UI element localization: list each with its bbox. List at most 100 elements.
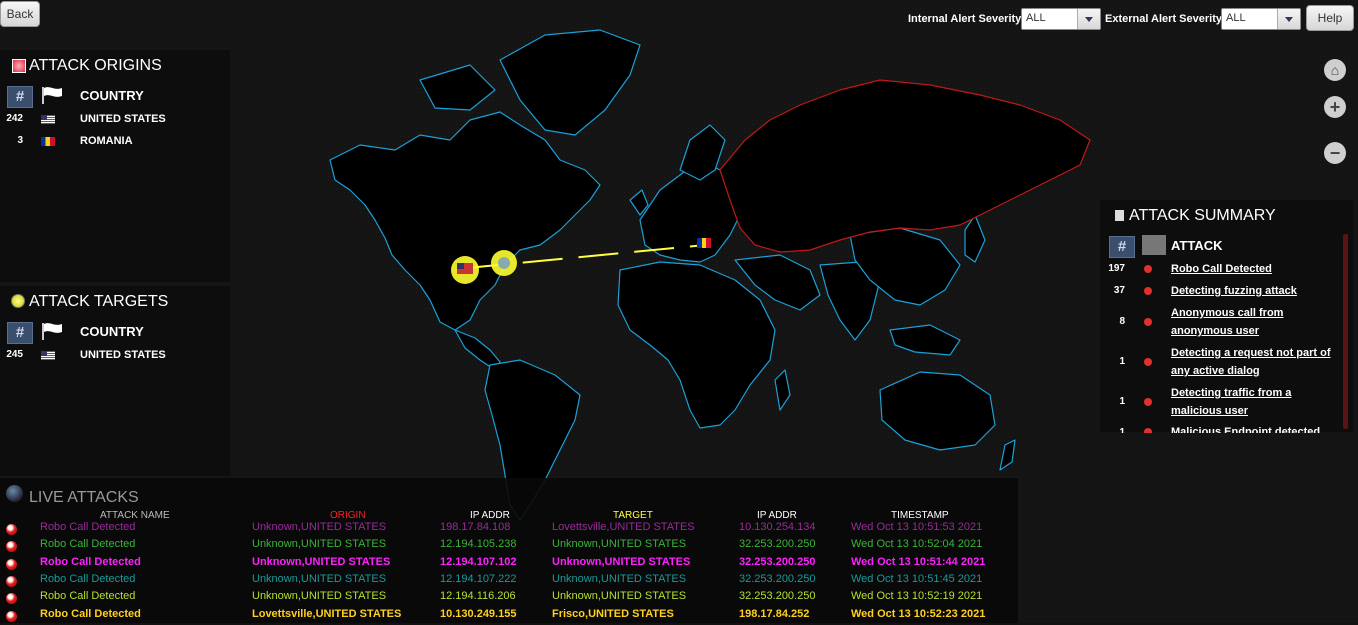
attack-origins-title: ATTACK ORIGINS: [29, 57, 162, 74]
col-header-target-ip: IP ADDR: [757, 510, 797, 521]
severity-dot-icon: [1144, 318, 1152, 326]
summary-attack-link[interactable]: Anonymous call from anonymous user: [1171, 304, 1343, 340]
live-attack-row[interactable]: Robo Call Detected Unknown,UNITED STATES 1…: [0, 538, 1018, 555]
flag-icon: [42, 323, 62, 340]
summary-count: 1: [1119, 356, 1125, 367]
severity-dot-icon: [1144, 398, 1152, 406]
targets-count-header: #: [7, 322, 33, 344]
attack-name: Robo Call Detected: [40, 590, 136, 603]
attack-summary-title: ATTACK SUMMARY: [1129, 207, 1276, 224]
romania-flag-icon: [41, 137, 55, 146]
attack-name: Robo Call Detected: [40, 538, 136, 551]
attack-target: Unknown,UNITED STATES: [552, 572, 687, 585]
attack-timestamp: Wed Oct 13 10:51:45 2021: [851, 572, 983, 585]
external-severity-value: ALL: [1226, 12, 1246, 24]
origin-country: ROMANIA: [80, 135, 133, 147]
summary-scrollbar[interactable]: [1343, 234, 1348, 429]
us-flag-icon: [41, 115, 55, 124]
origins-legend-icon: [12, 59, 26, 73]
summary-attack-link[interactable]: Detecting a request not part of any acti…: [1171, 344, 1343, 380]
attack-timestamp: Wed Oct 13 10:52:19 2021: [851, 590, 983, 603]
origin-ip: 10.130.249.155: [440, 607, 517, 620]
attack-targets-title: ATTACK TARGETS: [29, 293, 169, 310]
severity-dot-icon: [1144, 287, 1152, 295]
origin-ip: 12.194.105.238: [440, 538, 517, 551]
summary-attack-link[interactable]: Malicious Endpoint detected: [1171, 425, 1342, 433]
alert-dot-icon: [6, 558, 17, 570]
attack-timestamp: Wed Oct 13 10:52:04 2021: [851, 538, 983, 551]
target-ip: 32.253.200.250: [739, 572, 816, 585]
attack-name: Robo Call Detected: [40, 572, 136, 585]
help-button[interactable]: Help: [1306, 5, 1354, 31]
summary-count: 37: [1113, 285, 1125, 296]
target-ip: 32.253.200.250: [739, 555, 816, 568]
alert-dot-icon: [6, 575, 17, 587]
summary-attack-link[interactable]: Robo Call Detected: [1171, 260, 1343, 278]
col-header-target: TARGET: [613, 510, 653, 521]
origin-country: UNITED STATES: [80, 113, 166, 125]
live-attack-row[interactable]: Robo Call Detected Unknown,UNITED STATES 1…: [0, 590, 1018, 607]
flag-icon: [42, 87, 62, 104]
external-severity-select[interactable]: ALL: [1221, 8, 1301, 30]
attack-origin: Unknown,UNITED STATES: [252, 572, 387, 585]
attack-origin: Unknown,UNITED STATES: [252, 590, 387, 603]
target-ip: 10.130.254.134: [739, 521, 816, 533]
live-attack-row[interactable]: Robo Call Detected Unknown,UNITED STATES 1…: [0, 556, 1018, 573]
globe-icon: [6, 485, 23, 502]
alert-dot-icon: [6, 524, 17, 535]
attack-name: Robo Call Detected: [40, 555, 141, 568]
back-button[interactable]: Back: [0, 1, 40, 27]
attack-name: Robo Call Detected: [40, 521, 136, 533]
internal-severity-label: Internal Alert Severity:: [908, 13, 1025, 25]
summary-clip: 1 Malicious Endpoint detected: [1100, 425, 1342, 433]
internal-severity-value: ALL: [1026, 12, 1046, 24]
attack-name: Robo Call Detected: [40, 607, 141, 620]
target-country: UNITED STATES: [80, 349, 166, 361]
attack-target: Lovettsville,UNITED STATES: [552, 521, 695, 533]
summary-attack-header: ATTACK: [1171, 238, 1223, 253]
zoom-in-icon[interactable]: +: [1324, 96, 1346, 118]
target-ip: 198.17.84.252: [739, 607, 810, 620]
document-icon: [1115, 210, 1124, 221]
target-ip: 32.253.200.250: [739, 590, 816, 603]
attack-timestamp: Wed Oct 13 10:51:53 2021: [851, 521, 983, 533]
summary-count: 197: [1108, 263, 1125, 274]
internal-severity-select[interactable]: ALL: [1021, 8, 1101, 30]
summary-count: 1: [1119, 396, 1125, 407]
attack-origin: Lovettsville,UNITED STATES: [252, 607, 402, 620]
col-header-timestamp: TIMESTAMP: [891, 510, 949, 521]
origins-country-header: COUNTRY: [80, 88, 144, 103]
alert-dot-icon: [6, 541, 17, 553]
col-header-attack-name: ATTACK NAME: [100, 510, 170, 521]
col-header-origin-ip: IP ADDR: [470, 510, 510, 521]
summary-attack-link[interactable]: Detecting fuzzing attack: [1171, 282, 1343, 300]
origin-ip: 12.194.107.102: [440, 555, 517, 568]
attack-target: Unknown,UNITED STATES: [552, 555, 691, 568]
attack-origin: Unknown,UNITED STATES: [252, 538, 387, 551]
alert-dot-icon: [6, 593, 17, 605]
origin-count: 3: [17, 135, 23, 146]
summary-attack-link[interactable]: Detecting traffic from a malicious user: [1171, 384, 1343, 420]
origin-ip: 12.194.107.222: [440, 572, 517, 585]
attack-origin: Unknown,UNITED STATES: [252, 555, 391, 568]
chevron-down-icon: [1077, 9, 1100, 29]
attack-timestamp: Wed Oct 13 10:51:44 2021: [851, 555, 986, 568]
col-header-origin: ORIGIN: [330, 510, 366, 521]
us-flag-icon: [41, 351, 55, 360]
targets-country-header: COUNTRY: [80, 324, 144, 339]
attack-targets-panel: [0, 286, 230, 476]
home-icon[interactable]: ⌂: [1324, 59, 1346, 81]
zoom-out-icon[interactable]: −: [1324, 142, 1346, 164]
live-attack-row[interactable]: Robo Call Detected Unknown,UNITED STATES 1…: [0, 573, 1018, 590]
live-attack-row[interactable]: Robo Call Detected Unknown,UNITED STATES 1…: [0, 521, 1018, 538]
attack-target: Frisco,UNITED STATES: [552, 607, 674, 620]
origins-count-header: #: [7, 86, 33, 108]
summary-count-header: #: [1109, 236, 1135, 258]
target-marker-core: [498, 257, 510, 269]
attack-target: Unknown,UNITED STATES: [552, 590, 687, 603]
romania-flag-blue: [697, 238, 702, 248]
alert-dot-icon: [6, 610, 17, 622]
origin-ip: 12.194.116.206: [440, 590, 516, 603]
live-attack-row[interactable]: Robo Call Detected Lovettsville,UNITED ST…: [0, 608, 1018, 625]
attack-origins-panel: [0, 50, 230, 282]
